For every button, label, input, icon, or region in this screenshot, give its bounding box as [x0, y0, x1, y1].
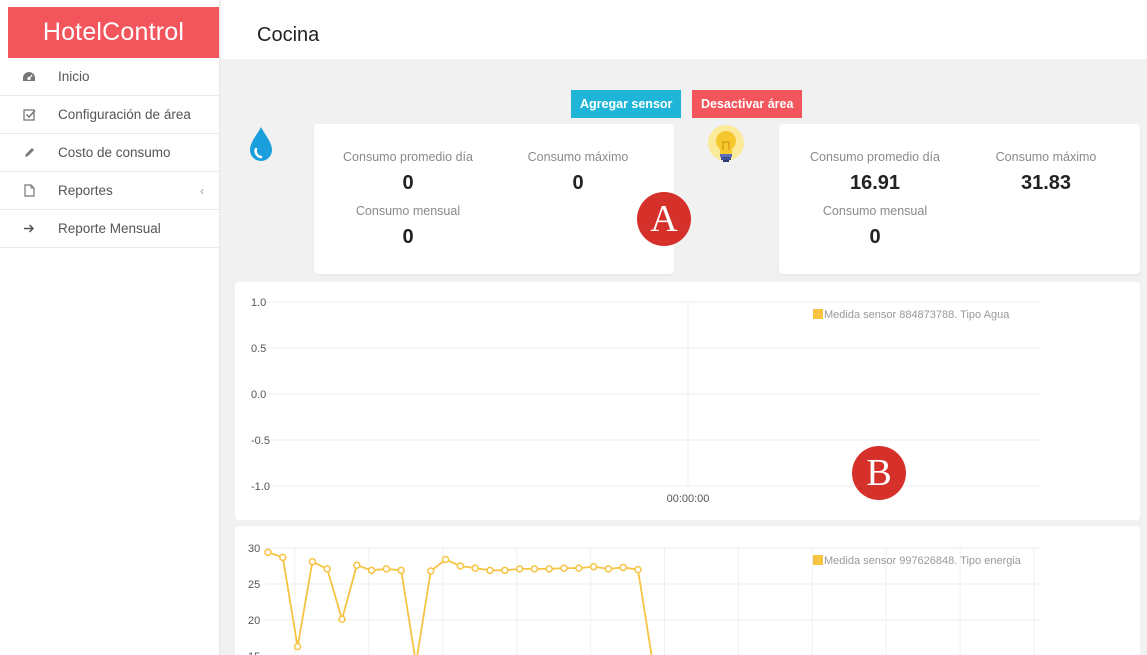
water-avg-day-label: Consumo promedio día	[343, 150, 473, 164]
data-point	[264, 548, 272, 557]
sidebar-nav: Inicio Configuración de área Costo de co…	[0, 58, 220, 248]
pencil-icon	[22, 146, 36, 160]
energy-avg-day-value: 16.91	[849, 172, 901, 194]
sidebar-item-configuracion[interactable]: Configuración de área	[0, 96, 220, 134]
data-point	[441, 555, 450, 564]
file-icon	[22, 184, 36, 198]
sidebar-item-costo[interactable]: Costo de consumo	[0, 134, 220, 172]
y-tick-label: 25	[248, 579, 260, 591]
light-bulb-icon	[707, 124, 745, 168]
water-sensor-chart: 1.0 0.5 0.0 -0.5 -1.0 00:00:00 Medida sensor 8…	[251, 297, 1041, 505]
brand-logo[interactable]: HotelControl	[8, 7, 219, 58]
arrow-right-icon	[22, 222, 36, 236]
energy-sensor-chart-panel: 30 25 20 15 Medida sensor 997626848. Tipo en…	[235, 526, 1140, 655]
water-drop-icon	[248, 125, 274, 163]
chevron-left-icon: ‹	[200, 183, 204, 198]
sidebar-item-label: Reportes	[58, 183, 113, 198]
checkbox-icon	[22, 108, 36, 122]
x-tick-label: 00:00:00	[667, 493, 710, 505]
legend-label: Medida sensor 884873788. Tipo Agua	[824, 309, 1010, 321]
legend-label: Medida sensor 997626848. Tipo energia	[824, 555, 1022, 567]
water-consumption-card: Consumo promedio día 0 Consumo máximo 0 …	[314, 124, 674, 274]
data-point	[353, 561, 361, 570]
water-avg-day-value: 0	[402, 172, 414, 194]
sidebar-item-label: Costo de consumo	[58, 145, 171, 160]
data-point	[397, 566, 405, 575]
y-tick-label: 0.0	[251, 389, 266, 401]
sidebar-item-label: Inicio	[58, 69, 90, 84]
data-point	[589, 562, 598, 571]
data-point	[338, 615, 346, 624]
sidebar-item-inicio[interactable]: Inicio	[0, 58, 220, 96]
water-sensor-chart-panel: 1.0 0.5 0.0 -0.5 -1.0 00:00:00 Medida sensor 8…	[235, 282, 1140, 520]
add-sensor-button[interactable]: Agregar sensor	[571, 90, 682, 118]
marker-b-badge: B	[852, 446, 906, 500]
energy-monthly-value: 0	[869, 226, 881, 248]
water-monthly-label: Consumo mensual	[355, 204, 461, 218]
page-title: Cocina	[257, 24, 320, 46]
data-point	[515, 565, 524, 573]
data-point	[530, 565, 539, 573]
data-point	[293, 642, 302, 651]
y-tick-label: 1.0	[251, 297, 266, 309]
y-tick-label: 0.5	[251, 343, 266, 355]
data-point	[367, 566, 376, 575]
marker-a-badge: A	[637, 192, 691, 246]
water-monthly-value: 0	[402, 226, 414, 248]
legend-swatch	[813, 555, 823, 565]
sidebar-item-reporte-mensual[interactable]: Reporte Mensual	[0, 210, 220, 248]
sidebar: HotelControl Inicio Configuración de áre…	[0, 0, 220, 655]
data-point	[501, 566, 509, 575]
data-point	[604, 565, 613, 573]
data-point	[308, 557, 317, 566]
data-point	[471, 564, 479, 572]
data-point	[382, 565, 391, 573]
energy-max-value: 31.83	[1020, 172, 1072, 194]
energy-consumption-card: Consumo promedio día 16.91 Consumo máxim…	[779, 124, 1140, 274]
legend-swatch	[813, 309, 823, 319]
sidebar-item-label: Configuración de área	[58, 107, 191, 122]
sidebar-item-reportes[interactable]: Reportes ‹	[0, 172, 220, 210]
page-header: Cocina	[221, 0, 1147, 59]
energy-avg-day-label: Consumo promedio día	[810, 150, 940, 164]
y-tick-label: -1.0	[251, 481, 270, 493]
y-tick-label: -0.5	[251, 435, 270, 447]
data-point	[575, 564, 583, 572]
data-point	[323, 565, 331, 573]
data-point	[619, 563, 627, 572]
y-tick-label: 15	[248, 651, 260, 655]
water-max-label: Consumo máximo	[527, 150, 629, 164]
data-point	[486, 566, 494, 575]
data-point	[634, 565, 642, 574]
dashboard-icon	[22, 70, 36, 84]
data-point	[456, 562, 465, 570]
sidebar-item-label: Reporte Mensual	[58, 221, 161, 236]
y-tick-label: 30	[248, 543, 260, 555]
deactivate-area-button[interactable]: Desactivar área	[692, 90, 803, 118]
energy-max-label: Consumo máximo	[995, 150, 1097, 164]
energy-monthly-label: Consumo mensual	[822, 204, 928, 218]
data-point	[545, 565, 553, 573]
data-point	[279, 553, 287, 562]
data-point	[427, 567, 435, 575]
energy-sensor-chart: 30 25 20 15 Medida sensor 997626848. Tipo en…	[248, 543, 1041, 655]
water-max-value: 0	[572, 172, 584, 194]
y-tick-label: 20	[248, 615, 260, 627]
data-point	[560, 564, 568, 572]
